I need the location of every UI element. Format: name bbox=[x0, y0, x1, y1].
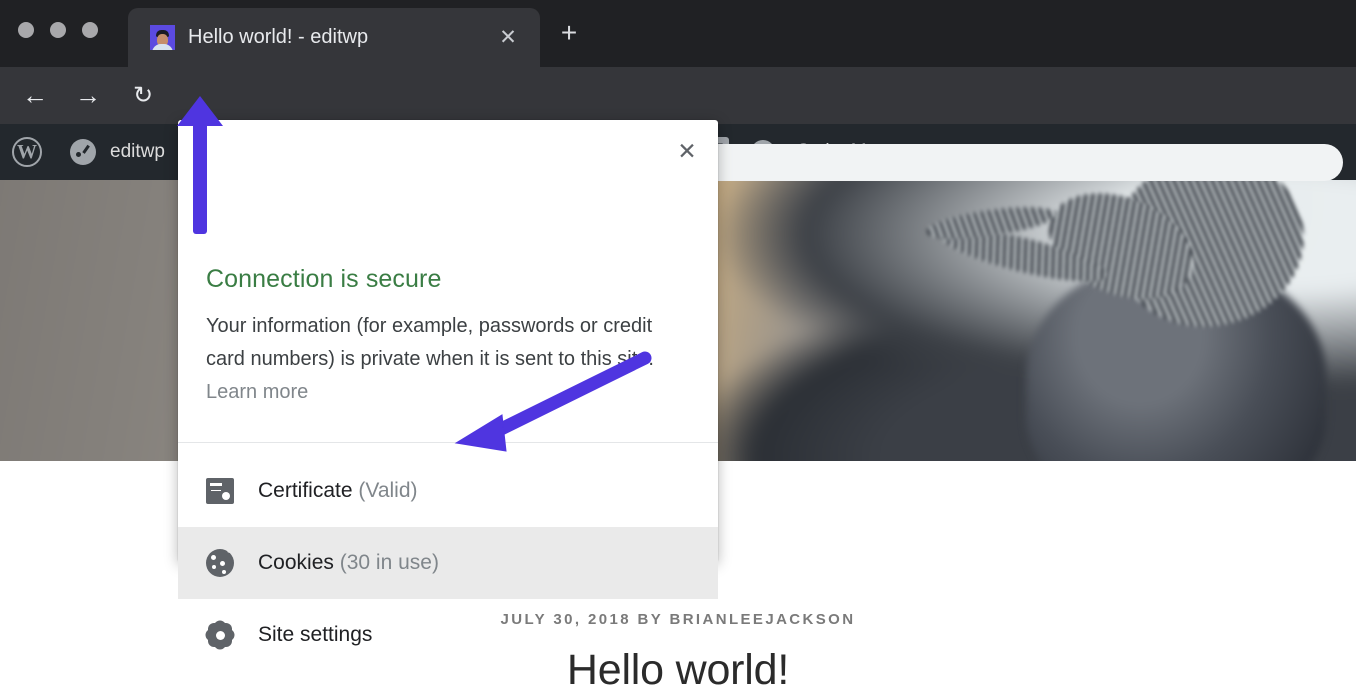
wp-site-name: editwp bbox=[110, 141, 165, 163]
maximize-window-button[interactable] bbox=[82, 22, 98, 38]
learn-more-link[interactable]: Learn more bbox=[206, 381, 308, 403]
favicon-body bbox=[152, 44, 173, 50]
forward-arrow-icon[interactable]: → bbox=[71, 79, 105, 113]
certificate-status: (Valid) bbox=[358, 479, 417, 502]
close-icon[interactable]: ✕ bbox=[672, 137, 702, 167]
security-body-text: Your information (for example, passwords… bbox=[206, 315, 654, 370]
certificate-label-text: Certificate bbox=[258, 479, 353, 502]
browser-tab[interactable]: Hello world! - editwp ✕ bbox=[128, 8, 540, 67]
avatar-favicon bbox=[150, 25, 175, 50]
wp-logo-menu[interactable]: W bbox=[0, 124, 70, 180]
site-settings-label: Site settings bbox=[258, 623, 372, 647]
cookies-menu-item[interactable]: Cookies (30 in use) bbox=[178, 527, 718, 599]
certificate-icon bbox=[204, 475, 236, 507]
minimize-window-button[interactable] bbox=[50, 22, 66, 38]
new-tab-button[interactable]: + bbox=[556, 20, 582, 46]
wp-site-name-menu[interactable]: editwp bbox=[70, 124, 165, 180]
browser-window: W editwp Y Script Manager JULY 30, 2018 bbox=[0, 0, 1356, 693]
site-settings-label-text: Site settings bbox=[258, 623, 372, 646]
site-settings-menu-item[interactable]: Site settings bbox=[178, 599, 718, 671]
cookie-icon bbox=[204, 547, 236, 579]
back-arrow-icon[interactable]: ← bbox=[18, 79, 52, 113]
security-description: Your information (for example, passwords… bbox=[206, 310, 696, 409]
certificate-label: Certificate (Valid) bbox=[258, 479, 418, 503]
window-controls bbox=[18, 22, 98, 38]
tab-strip: Hello world! - editwp ✕ + bbox=[0, 0, 1356, 67]
security-heading: Connection is secure bbox=[206, 265, 441, 294]
divider bbox=[178, 442, 718, 443]
cookies-label-text: Cookies bbox=[258, 551, 334, 574]
close-window-button[interactable] bbox=[18, 22, 34, 38]
browser-toolbar: ← → ↻ https://editwp.com/hello-world/ bbox=[0, 67, 1356, 124]
certificate-menu-item[interactable]: Certificate (Valid) bbox=[178, 455, 718, 527]
dashboard-icon bbox=[70, 139, 96, 165]
close-tab-icon[interactable]: ✕ bbox=[498, 28, 518, 48]
wordpress-logo-icon: W bbox=[12, 137, 42, 167]
reload-icon[interactable]: ↻ bbox=[126, 79, 160, 113]
gear-icon bbox=[204, 619, 236, 651]
cookies-status: (30 in use) bbox=[340, 551, 439, 574]
cookies-label: Cookies (30 in use) bbox=[258, 551, 439, 575]
tab-title: Hello world! - editwp bbox=[188, 8, 368, 67]
site-security-popup: ✕ Connection is secure Your information … bbox=[178, 120, 718, 562]
